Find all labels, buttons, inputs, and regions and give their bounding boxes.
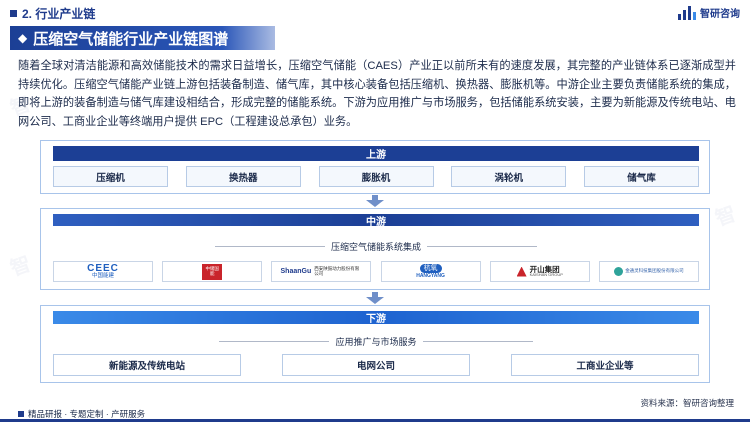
- downstream-subtitle: 应用推广与市场服务: [53, 335, 699, 348]
- logo-text: 中储国能: [205, 265, 219, 276]
- section-title: 2. 行业产业链: [10, 5, 95, 22]
- page-title-banner: ◆ 压缩空气储能行业产业链图谱: [10, 26, 275, 50]
- upstream-item: 膨胀机: [318, 166, 434, 187]
- company-logo-ceec: CEEC 中国能建: [53, 261, 153, 282]
- upstream-header: 上游: [53, 146, 699, 161]
- logo-subtext: 西安陕鼓动力股份有限公司: [314, 266, 360, 276]
- divider: [214, 246, 325, 247]
- company-logos: CEEC 中国能建 中储国能 ShaanGu 西安陕鼓动力股份有限公司 杭氧 H…: [53, 261, 699, 282]
- company-logo-hangyang: 杭氧 HANGYANG: [380, 261, 481, 282]
- midstream-subtitle-text: 压缩空气储能系统集成: [330, 242, 421, 252]
- footer-square-icon: [18, 411, 24, 417]
- downstream-header: 下游: [53, 311, 699, 325]
- watermark: 智: [7, 253, 35, 281]
- section-square-icon: [10, 10, 17, 17]
- downstream-panel: 下游 应用推广与市场服务 新能源及传统电站 电网公司 工商业企业等: [40, 305, 710, 383]
- divider: [219, 341, 330, 342]
- down-arrow-icon: [366, 195, 384, 207]
- logo-seal: 中储国能: [202, 263, 223, 280]
- upstream-item: 涡轮机: [451, 166, 567, 187]
- company-logo-shaangu: ShaanGu 西安陕鼓动力股份有限公司: [271, 261, 372, 282]
- upstream-item: 储气库: [584, 166, 699, 187]
- midstream-subtitle: 压缩空气储能系统集成: [53, 240, 699, 253]
- watermark: 智: [712, 203, 740, 231]
- downstream-item: 电网公司: [282, 354, 470, 376]
- kaishan-mark-icon: [516, 266, 527, 277]
- downstream-items: 新能源及传统电站 电网公司 工商业企业等: [53, 354, 699, 376]
- diamond-icon: ◆: [18, 31, 28, 45]
- page-title: 压缩空气储能行业产业链图谱: [33, 30, 229, 48]
- brand-logo: 智研咨询: [678, 4, 740, 20]
- midstream-header: 中游: [53, 214, 699, 228]
- upstream-item: 换热器: [185, 166, 301, 187]
- midstream-panel: 中游 压缩空气储能系统集成 CEEC 中国能建 中储国能 ShaanGu 西安陕…: [40, 208, 710, 290]
- downstream-item: 新能源及传统电站: [53, 354, 241, 376]
- upstream-panel: 上游 压缩机 换热器 膨胀机 涡轮机 储气库: [40, 140, 710, 194]
- logo-subtext: KAISHAN GROUP: [529, 272, 563, 278]
- divider: [422, 341, 533, 342]
- bar-chart-icon: [678, 4, 696, 20]
- section-title-text: 2. 行业产业链: [22, 7, 96, 21]
- company-logo-zhongchu: 中储国能: [162, 261, 263, 282]
- logo-subtext: HANGYANG: [416, 273, 445, 279]
- upstream-item: 压缩机: [53, 166, 168, 187]
- logo-text: ShaanGu: [280, 268, 312, 275]
- logo-text: 智研咨询: [700, 8, 740, 20]
- jintongling-mark-icon: [614, 267, 624, 276]
- footer: 精品研报 · 专题定制 · 产研服务: [0, 407, 750, 422]
- upstream-items: 压缩机 换热器 膨胀机 涡轮机 储气库: [53, 166, 699, 187]
- logo-subtext: 中国能建: [91, 272, 114, 279]
- downstream-item: 工商业企业等: [511, 354, 699, 376]
- downstream-subtitle-text: 应用推广与市场服务: [335, 337, 417, 347]
- company-logo-kaishan: 开山集团 KAISHAN GROUP: [489, 261, 590, 282]
- company-logo-jintongling: 金通灵科技集团股份有限公司: [598, 261, 699, 282]
- top-bar: 2. 行业产业链 智研咨询: [0, 0, 750, 26]
- logo-text: 金通灵科技集团股份有限公司: [625, 268, 684, 274]
- logo-text: 杭氧: [419, 264, 442, 273]
- divider: [427, 246, 537, 247]
- intro-paragraph: 随着全球对清洁能源和高效储能技术的需求日益增长，压缩空气储能（CAES）产业正以…: [18, 60, 736, 128]
- down-arrow-icon: [366, 292, 384, 304]
